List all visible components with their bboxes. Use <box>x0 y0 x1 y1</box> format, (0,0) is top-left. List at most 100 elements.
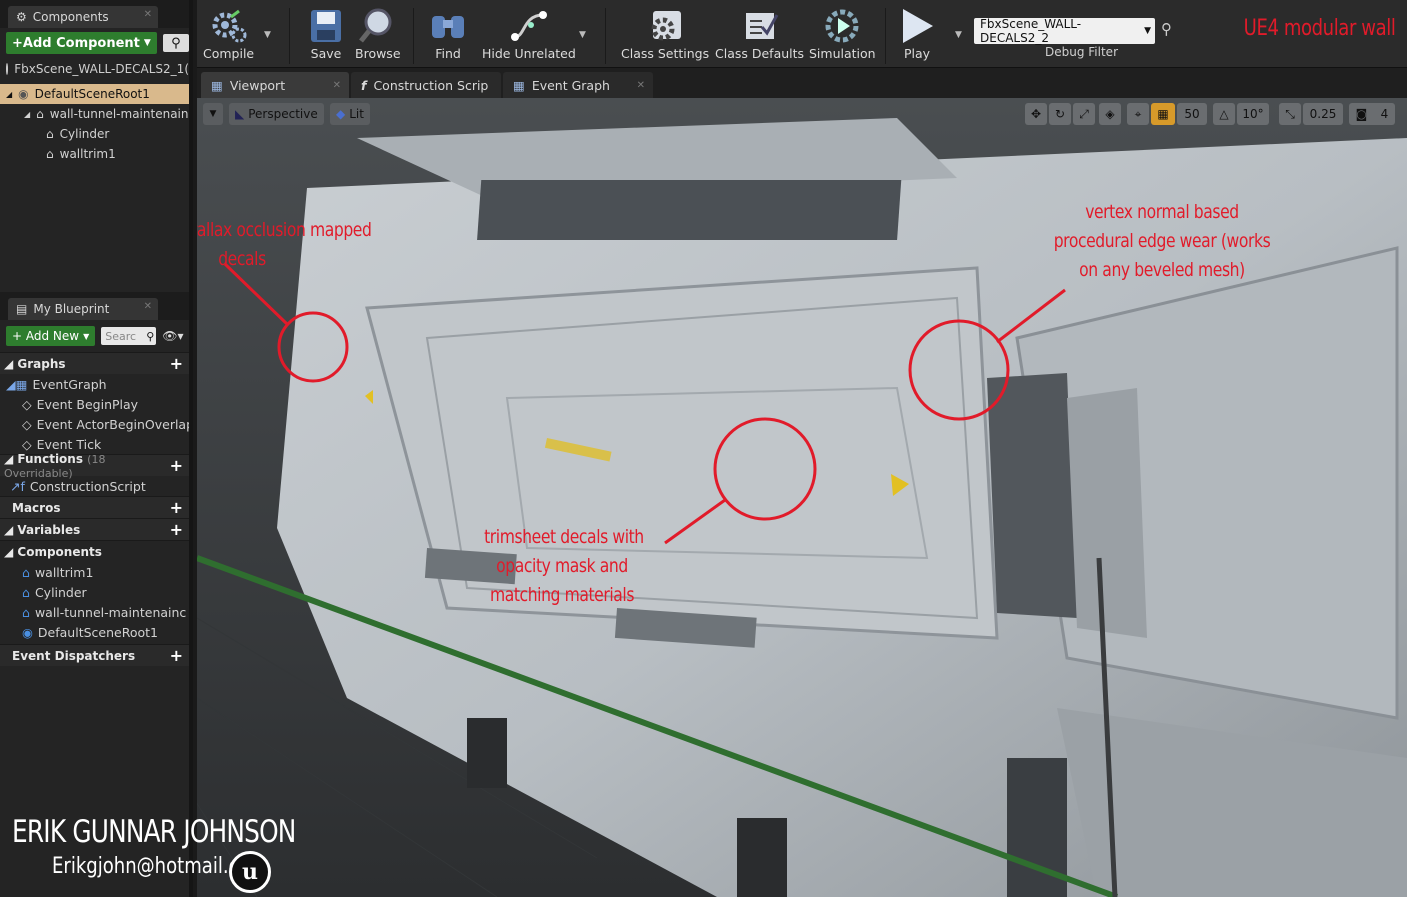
mesh-icon: ⌂ <box>22 584 30 600</box>
perspective-button[interactable]: ◣ Perspective <box>229 103 324 125</box>
add-graph-icon[interactable]: + <box>170 354 183 373</box>
add-component-button[interactable]: +Add Component ▼ <box>6 32 157 54</box>
scale-icon[interactable]: ⤢ <box>1073 103 1095 125</box>
event-item[interactable]: ◇ Event ActorBeginOverlap <box>0 414 189 434</box>
find-button[interactable]: Find <box>429 6 467 61</box>
event-diamond-icon: ◇ <box>22 396 32 412</box>
components-tab-header: ⚙ Components ✕ <box>0 0 189 28</box>
blueprint-root-item[interactable]: FbxScene_WALL-DECALS2_1( <box>0 58 189 80</box>
component-var-item[interactable]: ⌂ wall-tunnel-maintenainc <box>0 602 189 622</box>
scale-snap-icon[interactable]: ⤡ <box>1279 103 1301 125</box>
separator <box>413 8 414 64</box>
gear-icon <box>651 11 682 41</box>
event-graph-item[interactable]: ◢▦ EventGraph <box>0 374 189 394</box>
scale-snap-value[interactable]: 0.25 <box>1303 103 1343 125</box>
blueprint-search-input[interactable]: Searc ⚲ <box>101 327 157 345</box>
grid-snap-icon[interactable]: ▦ <box>1151 103 1175 125</box>
add-new-button[interactable]: + Add New ▼ <box>6 326 96 346</box>
close-icon[interactable]: ✕ <box>333 80 341 91</box>
add-function-icon[interactable]: + <box>170 456 183 475</box>
title-overlay: UE4 modular wall <box>1243 16 1396 41</box>
save-button[interactable]: Save <box>309 6 343 61</box>
components-tab[interactable]: ⚙ Components ✕ <box>8 6 158 28</box>
perspective-icon: ◣ <box>235 107 245 121</box>
viewport[interactable]: ▼ ◣ Perspective ◆ Lit ✥ ↻ ⤢ ◈ ⌖ ▦ 50 △ 1… <box>197 98 1407 897</box>
save-icon <box>311 10 341 42</box>
chevron-down-icon: ▼ <box>1144 26 1151 36</box>
component-var-item[interactable]: ◉ DefaultSceneRoot1 <box>0 622 189 642</box>
add-variable-icon[interactable]: + <box>170 520 183 539</box>
event-dispatchers-section[interactable]: Event Dispatchers + <box>0 644 189 666</box>
functions-section[interactable]: ◢ Functions (18 Overridable) + <box>0 452 189 480</box>
viewport-options-button[interactable]: ▼ <box>203 103 223 125</box>
debug-filter-label: Debug Filter <box>1045 45 1118 59</box>
component-var-item[interactable]: ⌂ walltrim1 <box>0 562 189 582</box>
lit-button[interactable]: ◆ Lit <box>330 103 370 125</box>
macros-section[interactable]: Macros + <box>0 496 189 518</box>
binoculars-icon <box>432 16 464 38</box>
grid-snap-value[interactable]: 50 <box>1177 103 1207 125</box>
tree-item-walltrim[interactable]: ⌂ walltrim1 <box>0 144 189 164</box>
hide-unrelated-button[interactable]: Hide Unrelated <box>482 6 576 61</box>
tree-item-defaultsceneroot[interactable]: ◢ ◉ DefaultSceneRoot1 <box>0 84 189 104</box>
viewport-icon: ▦ <box>211 77 223 93</box>
play-icon <box>903 9 933 43</box>
blueprint-toolbar: + Add New ▼ Searc ⚲ 👁▾ <box>0 320 189 352</box>
my-blueprint-tab-header: ▤ My Blueprint ✕ <box>0 292 189 320</box>
debug-object-select[interactable]: FbxScene_WALL-DECALS2_2 ▼ <box>974 17 1155 45</box>
play-dropdown-icon[interactable]: ▼ <box>955 30 962 40</box>
tab-viewport[interactable]: ▦ Viewport ✕ <box>201 72 349 98</box>
surface-snap-icon[interactable]: ⌖ <box>1127 103 1149 125</box>
rotate-icon[interactable]: ↻ <box>1049 103 1071 125</box>
hide-unrelated-dropdown-icon[interactable]: ▼ <box>579 30 586 40</box>
mesh-icon: ⌂ <box>22 564 30 580</box>
close-icon[interactable]: ✕ <box>144 9 152 20</box>
expand-arrow-icon[interactable]: ◢ <box>24 110 30 119</box>
close-icon[interactable]: ✕ <box>144 301 152 312</box>
rotation-snap-icon[interactable]: △ <box>1213 103 1235 125</box>
annotation-parallax: parallax occlusion mapped decals <box>197 219 372 270</box>
mesh-icon: ⌂ <box>36 107 44 121</box>
class-settings-button[interactable]: Class Settings <box>621 6 709 61</box>
component-var-item[interactable]: ⌂ Cylinder <box>0 582 189 602</box>
camera-speed-button[interactable]: ◙ 4 <box>1349 103 1395 125</box>
add-dispatcher-icon[interactable]: + <box>170 646 183 665</box>
expand-arrow-icon[interactable]: ◢ <box>6 90 12 99</box>
author-email: Erikgjohn@hotmail.ca <box>52 854 250 879</box>
separator <box>289 8 290 64</box>
world-space-icon[interactable]: ◈ <box>1099 103 1121 125</box>
simulation-icon <box>825 9 859 43</box>
graph-icon: ▦ <box>513 77 525 93</box>
separator <box>605 8 606 64</box>
play-button[interactable]: Play <box>897 6 937 61</box>
event-item[interactable]: ◇ Event BeginPlay <box>0 394 189 414</box>
search-icon[interactable]: ⚲ <box>162 34 189 52</box>
variables-section[interactable]: ◢ Variables + <box>0 518 189 540</box>
browse-button[interactable]: Browse <box>355 6 401 61</box>
mesh-icon: ⌂ <box>46 147 54 161</box>
tab-event-graph[interactable]: ▦ Event Graph ✕ <box>503 72 653 98</box>
translate-icon[interactable]: ✥ <box>1025 103 1047 125</box>
search-icon[interactable]: ⚲ <box>1161 20 1172 38</box>
rotation-snap-value[interactable]: 10° <box>1237 103 1269 125</box>
camera-icon: ◙ <box>1355 107 1368 121</box>
tab-construction-script[interactable]: f Construction Scrip <box>351 72 501 98</box>
my-blueprint-tab[interactable]: ▤ My Blueprint ✕ <box>8 298 158 320</box>
add-macro-icon[interactable]: + <box>170 498 183 517</box>
compile-button[interactable]: Compile <box>203 6 254 61</box>
close-icon[interactable]: ✕ <box>637 80 645 91</box>
eye-icon[interactable]: 👁▾ <box>162 329 183 343</box>
components-tab-label: Components <box>32 10 109 24</box>
sphere-icon <box>6 63 9 75</box>
components-section[interactable]: ◢ Components <box>0 540 189 562</box>
tree-item-wall-tunnel[interactable]: ◢ ⌂ wall-tunnel-maintenaince <box>0 104 189 124</box>
blueprint-icon: ▤ <box>16 302 28 316</box>
nodes-icon <box>510 11 547 41</box>
graphs-section[interactable]: ◢ Graphs + <box>0 352 189 374</box>
compile-dropdown-icon[interactable]: ▼ <box>264 30 271 40</box>
simulation-button[interactable]: Simulation <box>809 6 876 61</box>
tree-item-cylinder[interactable]: ⌂ Cylinder <box>0 124 189 144</box>
annotation-edge-wear: vertex normal based procedural edge wear… <box>1053 201 1271 281</box>
class-defaults-button[interactable]: Class Defaults <box>715 6 804 61</box>
mesh-icon: ⌂ <box>22 604 30 620</box>
